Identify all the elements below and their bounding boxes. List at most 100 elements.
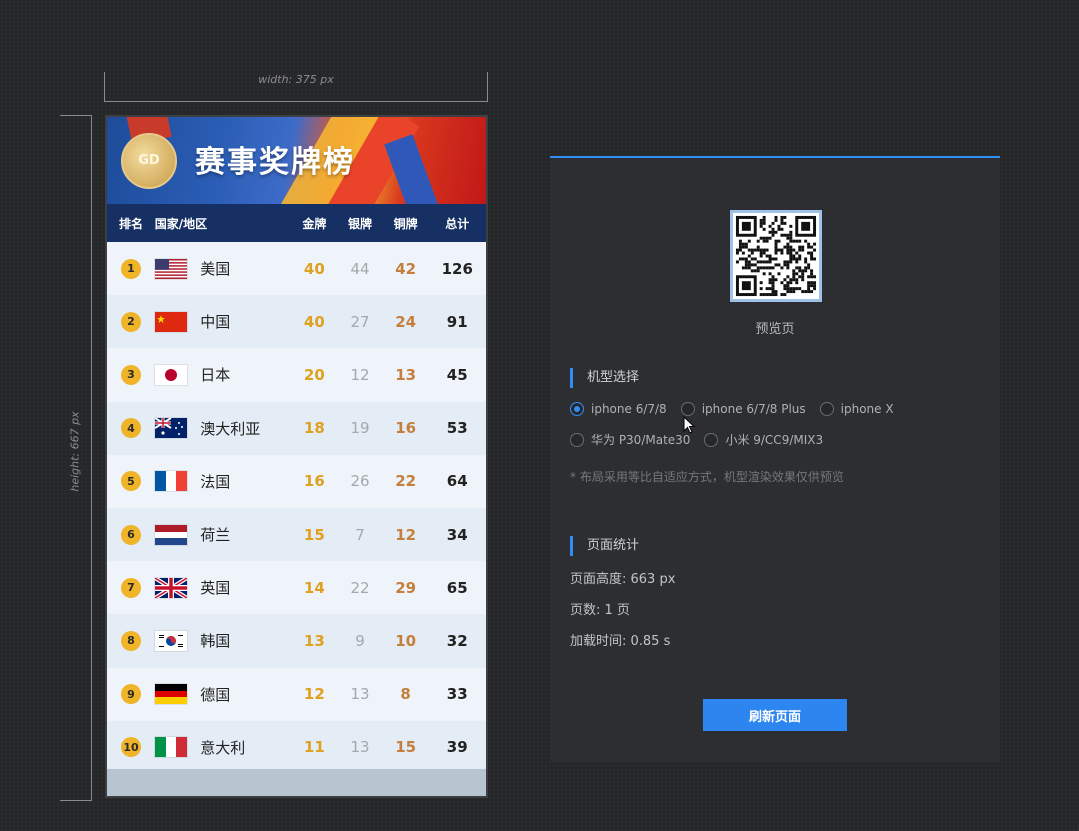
- silver-count: 9: [355, 631, 365, 650]
- device-option-xiaomi[interactable]: 小米 9/CC9/MIX3: [704, 431, 823, 448]
- total-count: 64: [446, 472, 468, 491]
- total-count: 45: [446, 365, 468, 384]
- total-count: 126: [441, 259, 473, 278]
- device-option-iphone-678-plus[interactable]: iphone 6/7/8 Plus: [680, 402, 806, 416]
- rank-badge: 4: [121, 418, 141, 439]
- table-row: 10 意大利 11 13 15 39: [107, 720, 486, 774]
- table-row: 5 法国 16 26 22 64: [107, 454, 486, 508]
- guide-line: [104, 101, 488, 102]
- rank-badge: 9: [121, 684, 141, 705]
- total-count: 65: [446, 578, 468, 597]
- medal-table: 1 美国 40 44 42 126 2 中国 40 27 24 91 3 日本 20 12 13 45 4 澳大利亚 1…: [107, 242, 486, 774]
- gold-count: 40: [303, 259, 325, 278]
- medal-text: GD: [138, 153, 160, 168]
- bronze-count: 22: [395, 472, 417, 491]
- table-row: 3 日本 20 12 13 45: [107, 348, 486, 402]
- china-flag: [154, 311, 201, 332]
- refresh-page-button[interactable]: 刷新页面: [703, 699, 847, 731]
- total-count: 32: [446, 631, 468, 650]
- silver-count: 19: [350, 419, 370, 438]
- radio-checked-icon[interactable]: [570, 402, 584, 416]
- table-row: 9 德国 12 13 8 33: [107, 667, 486, 721]
- silver-count: 13: [350, 685, 370, 704]
- italy-flag: [154, 737, 201, 758]
- silver-count: 44: [350, 259, 370, 278]
- bronze-count: 24: [395, 312, 417, 331]
- device-option-iphone-x[interactable]: iphone X: [819, 402, 894, 416]
- rank-badge: 8: [121, 630, 141, 651]
- japan-flag: [154, 364, 201, 385]
- stat-page-height: 页面高度: 663 px: [570, 572, 676, 587]
- bronze-count: 29: [395, 578, 417, 597]
- silver-count: 13: [350, 738, 370, 757]
- radio-icon[interactable]: [570, 432, 584, 447]
- australia-flag: [154, 418, 201, 439]
- qr-code-icon: [733, 213, 819, 299]
- bronze-count: 8: [400, 685, 411, 704]
- rank-cell: 10: [107, 737, 155, 758]
- guide-tick: [60, 115, 92, 116]
- silver-count: 7: [355, 525, 365, 544]
- device-label: iphone 6/7/8 Plus: [701, 402, 806, 416]
- country-name: 英国: [200, 579, 231, 598]
- phone-footer: [107, 769, 486, 796]
- rank-cell: 2: [107, 311, 155, 332]
- device-label: iphone 6/7/8: [591, 402, 667, 416]
- header-gold: 金牌: [302, 216, 327, 231]
- width-guide: width: 375 px: [104, 72, 488, 102]
- bronze-count: 42: [395, 259, 417, 278]
- silver-count: 22: [350, 578, 370, 597]
- qr-code: [730, 210, 822, 302]
- rank-badge: 2: [121, 311, 141, 332]
- country-name: 中国: [200, 313, 231, 332]
- country-name: 德国: [200, 685, 231, 704]
- header-silver: 银牌: [348, 216, 373, 231]
- total-count: 34: [446, 525, 468, 544]
- qr-label: 预览页: [755, 322, 795, 337]
- device-label: 小米 9/CC9/MIX3: [725, 433, 824, 447]
- preview-panel: 预览页 机型选择 iphone 6/7/8 iphone 6/7/8 Plus …: [550, 156, 1000, 762]
- gold-count: 14: [303, 578, 325, 597]
- rank-cell: 9: [107, 684, 155, 705]
- header-bronze: 铜牌: [393, 216, 418, 231]
- bronze-count: 12: [395, 525, 417, 544]
- rank-cell: 8: [107, 630, 155, 651]
- gold-count: 11: [303, 738, 325, 757]
- rank-badge: 5: [121, 471, 141, 492]
- silver-count: 27: [350, 312, 370, 331]
- table-row: 8 韩国 13 9 10 32: [107, 614, 486, 668]
- silver-count: 12: [350, 365, 370, 384]
- device-option-huawei[interactable]: 华为 P30/Mate30: [570, 431, 690, 448]
- netherlands-flag: [154, 524, 201, 545]
- rank-cell: 1: [107, 258, 155, 279]
- device-option-iphone-678[interactable]: iphone 6/7/8: [570, 402, 667, 416]
- radio-icon[interactable]: [704, 432, 719, 447]
- stat-load-time: 加载时间: 0.85 s: [570, 634, 671, 649]
- bronze-count: 13: [395, 365, 417, 384]
- device-options-row-2: 华为 P30/Mate30 小米 9/CC9/MIX3: [570, 431, 837, 448]
- device-label: iphone X: [840, 402, 894, 416]
- stats-section-title: 页面统计: [570, 536, 639, 556]
- guide-tick: [60, 800, 92, 801]
- rank-cell: 6: [107, 524, 155, 545]
- table-row: 4 澳大利亚 18 19 16 53: [107, 401, 486, 455]
- banner-stripe: [384, 134, 440, 204]
- radio-icon[interactable]: [819, 402, 834, 416]
- gold-count: 15: [303, 525, 325, 544]
- rank-badge: 3: [121, 364, 141, 385]
- rank-cell: 3: [107, 364, 155, 385]
- device-options-row-1: iphone 6/7/8 iphone 6/7/8 Plus iphone X: [570, 402, 908, 416]
- device-section-title: 机型选择: [570, 368, 639, 388]
- rank-badge: 10: [121, 737, 141, 758]
- rank-badge: 6: [121, 524, 141, 545]
- gold-count: 13: [303, 631, 325, 650]
- rank-cell: 7: [107, 577, 155, 598]
- table-row: 2 中国 40 27 24 91: [107, 295, 486, 349]
- radio-icon[interactable]: [680, 402, 695, 416]
- total-count: 33: [446, 685, 468, 704]
- germany-flag: [154, 684, 201, 705]
- gold-count: 20: [303, 365, 325, 384]
- silver-count: 26: [350, 472, 370, 491]
- gold-count: 12: [303, 685, 325, 704]
- country-name: 美国: [200, 260, 231, 279]
